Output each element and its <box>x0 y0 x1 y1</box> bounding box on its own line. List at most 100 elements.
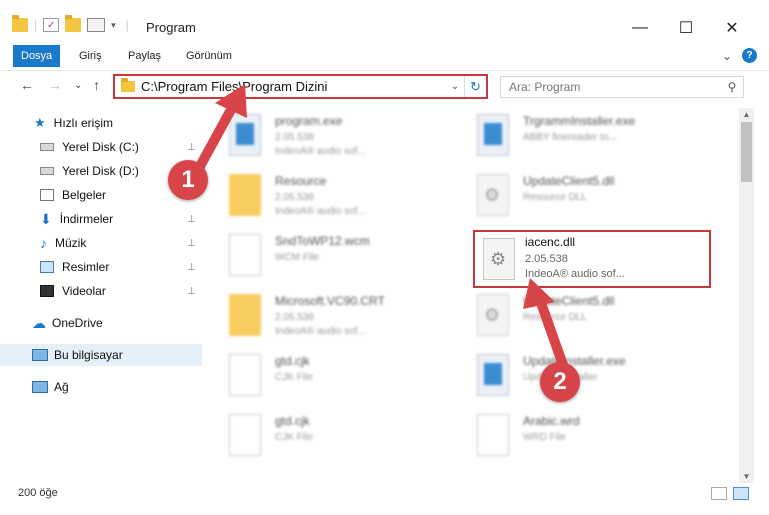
exe-file-icon <box>477 354 509 396</box>
status-bar: 200 öğe <box>0 483 769 505</box>
new-folder-icon[interactable] <box>65 15 82 32</box>
file-name: iacenc.dll <box>525 235 576 249</box>
file-version: 2.05.538 <box>275 192 314 203</box>
sidebar-item-music[interactable]: ♪ Müzik ⊥ <box>0 232 202 254</box>
address-dropdown-icon[interactable]: ⌄ <box>446 81 464 92</box>
tab-file[interactable]: Dosya <box>13 45 61 67</box>
sidebar-item-this-pc[interactable]: Bu bilgisayar <box>0 344 202 366</box>
sidebar-item-local-disk-c[interactable]: Yerel Disk (C:) ⊥ <box>0 136 202 158</box>
file-description: IndeoA® audio sof... <box>275 206 366 217</box>
customize-toolbar-dropdown-icon[interactable]: ▾ <box>111 20 116 31</box>
title-bar: | ✓ ▾ | Program — ☐ ✕ <box>0 0 769 42</box>
maximize-button[interactable]: ☐ <box>663 14 709 42</box>
pin-icon[interactable]: ⊥ <box>187 142 196 153</box>
ribbon-tabs: Dosya Giriş Paylaş Görünüm ⌄ ? <box>0 45 769 67</box>
file-name: TrgrammInstaller.exe <box>523 114 636 128</box>
document-file-icon <box>229 414 261 456</box>
search-input[interactable]: Ara: Program <box>509 80 721 94</box>
address-path[interactable]: C:\Program Files\Program Dizini <box>141 79 446 94</box>
file-name: Microsoft.VC90.CRT <box>275 294 385 308</box>
file-name: gtd.cjk <box>275 354 310 368</box>
recent-locations-dropdown[interactable]: ⌄ <box>74 80 82 91</box>
close-button[interactable]: ✕ <box>709 14 755 42</box>
sidebar-item-label: Resimler <box>62 260 110 274</box>
sidebar-item-network[interactable]: Ağ <box>0 376 202 398</box>
document-file-icon <box>477 414 509 456</box>
scroll-down-icon[interactable]: ▼ <box>739 472 754 481</box>
minimize-button[interactable]: — <box>617 14 663 42</box>
folder-icon <box>229 174 261 216</box>
separator: | <box>125 18 129 32</box>
file-description: ABBY finereader to... <box>523 132 617 143</box>
properties-icon[interactable]: ✓ <box>43 18 60 32</box>
file-name: gtd.cjk <box>275 414 310 428</box>
large-icons-view-icon[interactable] <box>733 487 749 500</box>
tab-view[interactable]: Görünüm <box>186 45 232 67</box>
scroll-up-icon[interactable]: ▲ <box>739 110 754 119</box>
sidebar-item-videos[interactable]: Videolar ⊥ <box>0 280 202 302</box>
forward-button[interactable]: → <box>48 77 62 93</box>
folder-icon <box>121 78 135 92</box>
file-version: 2.05.538 <box>275 312 314 323</box>
pictures-icon <box>40 261 54 273</box>
file-item[interactable]: gtd.cjk CJK File <box>215 410 445 470</box>
refresh-button[interactable]: ↻ <box>464 76 486 97</box>
search-icon[interactable]: ⚲ <box>721 80 743 94</box>
search-box[interactable]: Ara: Program ⚲ <box>500 76 744 98</box>
file-item[interactable]: TrgrammInstaller.exe ABBY finereader to.… <box>463 110 693 170</box>
details-view-icon[interactable] <box>711 487 727 500</box>
address-bar[interactable]: C:\Program Files\Program Dizini ⌄ ↻ <box>113 74 488 99</box>
tab-share[interactable]: Paylaş <box>128 45 161 67</box>
file-name: Resource <box>275 174 327 188</box>
star-icon: ★ <box>34 115 46 130</box>
sidebar-item-label: İndirmeler <box>59 212 114 226</box>
item-count: 200 öğe <box>18 487 58 499</box>
back-button[interactable]: ← <box>20 77 34 93</box>
file-name: Arabic.wrd <box>523 414 580 428</box>
pin-icon[interactable]: ⊥ <box>187 286 196 297</box>
sidebar-item-onedrive[interactable]: ☁ OneDrive <box>0 312 202 334</box>
view-options-icon[interactable] <box>87 18 106 32</box>
help-icon[interactable]: ? <box>742 48 757 63</box>
file-name: program.exe <box>275 114 343 128</box>
documents-icon <box>40 189 54 201</box>
sidebar-item-quick-access[interactable]: ★ Hızlı erişim <box>0 112 202 134</box>
downloads-icon: ⬇ <box>40 210 52 227</box>
sidebar-item-downloads[interactable]: ⬇ İndirmeler ⊥ <box>0 208 202 230</box>
file-item[interactable]: gtd.cjk CJK File <box>215 350 445 410</box>
file-item[interactable]: Microsoft.VC90.CRT 2.05.538 IndeoA® audi… <box>215 290 445 350</box>
expand-ribbon-icon[interactable]: ⌄ <box>722 49 732 63</box>
videos-icon <box>40 285 54 297</box>
scrollbar-thumb[interactable] <box>741 122 752 182</box>
separator: | <box>34 18 38 32</box>
file-item[interactable]: program.exe 2.05.538 IndeoA® audio sof..… <box>215 110 445 170</box>
cloud-icon: ☁ <box>32 314 46 331</box>
document-file-icon <box>229 234 261 276</box>
file-type: WRD File <box>523 432 566 443</box>
sidebar-item-label: Belgeler <box>62 188 107 202</box>
up-button[interactable]: ↑ <box>93 77 100 93</box>
tab-home[interactable]: Giriş <box>79 45 102 67</box>
file-type: WCM File <box>275 252 319 263</box>
file-item-highlighted[interactable]: iacenc.dll 2.05.538 IndeoA® audio sof... <box>473 230 711 288</box>
file-item[interactable]: Arabic.wrd WRD File <box>463 410 693 470</box>
sidebar-item-pictures[interactable]: Resimler ⊥ <box>0 256 202 278</box>
pin-icon[interactable]: ⊥ <box>187 238 196 249</box>
sidebar-item-label: Hızlı erişim <box>53 116 113 130</box>
file-type: CJK File <box>275 432 313 443</box>
file-item[interactable]: SndToWP12.wcm WCM File <box>215 230 445 290</box>
step-marker-2: 2 <box>540 362 580 402</box>
computer-icon <box>32 349 48 361</box>
file-description: IndeoA® audio sof... <box>275 326 366 337</box>
dll-file-icon <box>477 174 509 216</box>
pin-icon[interactable]: ⊥ <box>187 214 196 225</box>
file-item[interactable]: Resource 2.05.538 IndeoA® audio sof... <box>215 170 445 230</box>
drive-icon <box>40 143 54 151</box>
vertical-scrollbar[interactable]: ▲ ▼ <box>739 108 754 483</box>
file-item[interactable]: UpdateClient5.dll Resource DLL <box>463 290 693 350</box>
file-list: program.exe 2.05.538 IndeoA® audio sof..… <box>215 108 737 483</box>
pin-icon[interactable]: ⊥ <box>187 262 196 273</box>
file-description: IndeoA® audio sof... <box>525 268 625 280</box>
folder-icon <box>12 15 28 32</box>
file-item[interactable]: UpdateClient5.dll Resource DLL <box>463 170 693 230</box>
